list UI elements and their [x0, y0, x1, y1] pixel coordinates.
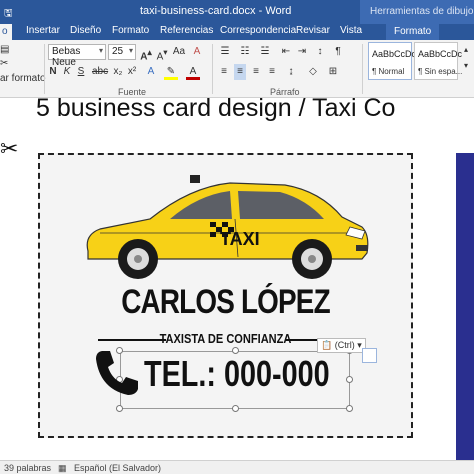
resize-handle[interactable] [346, 376, 353, 383]
group-separator [44, 44, 45, 94]
language-indicator[interactable]: Español (El Salvador) [74, 463, 161, 473]
word-count[interactable]: 39 palabras [4, 463, 51, 473]
tab-revisar[interactable]: Revisar [296, 25, 330, 36]
chevron-down-icon: ▾ [98, 46, 103, 55]
title-bar: 🖫 taxi-business-card.docx - Word Herrami… [0, 0, 474, 24]
font-size-field[interactable]: 25 ▾ [108, 44, 136, 60]
paste-options-button[interactable]: 📋 (Ctrl) ▾ [317, 338, 366, 353]
tab-formato-dibujo[interactable]: Formato [386, 24, 440, 40]
proofing-icon[interactable]: ▦ [58, 463, 67, 474]
superscript-icon[interactable]: x² [126, 64, 138, 80]
resize-handle[interactable] [116, 405, 123, 412]
chevron-down-icon: ▾ [128, 46, 133, 55]
bullets-icon[interactable]: ☰ [218, 44, 232, 60]
resize-handle[interactable] [346, 405, 353, 412]
underline-icon[interactable]: S [76, 64, 86, 80]
style-name: ¶ Normal [372, 67, 405, 76]
style-name: ¶ Sin espa... [418, 67, 463, 76]
tab-formato[interactable]: Formato [112, 25, 149, 36]
window-title: taxi-business-card.docx - Word [140, 5, 292, 17]
cut-icon[interactable]: ✂ [0, 56, 8, 72]
paste-options-label: (Ctrl) [334, 340, 355, 350]
group-separator [362, 44, 363, 94]
tab-referencias[interactable]: Referencias [160, 25, 213, 36]
word-window: 🖫 taxi-business-card.docx - Word Herrami… [0, 0, 474, 474]
align-center-icon[interactable]: ≡ [234, 64, 246, 80]
italic-icon[interactable]: K [62, 64, 72, 80]
align-right-icon[interactable]: ≡ [250, 64, 262, 80]
copy-format-button[interactable]: ar formato [0, 73, 46, 84]
contextual-group-label: Herramientas de dibujo [370, 6, 474, 17]
change-case-icon[interactable]: Aa [172, 44, 186, 60]
bold-icon[interactable]: N [48, 64, 58, 80]
phone-icon [96, 351, 138, 395]
paragraph-group-label: Párrafo [270, 87, 300, 97]
line-spacing-icon[interactable]: ↨ [284, 64, 298, 80]
tab-inicio[interactable]: o [0, 24, 12, 40]
style-preview: AaBbCcDc [372, 49, 417, 59]
text-effects-icon[interactable]: A [144, 64, 158, 80]
layout-options-icon[interactable] [362, 348, 377, 363]
next-business-card [456, 153, 474, 460]
scissors-icon: ✂ [0, 136, 19, 161]
increase-indent-icon[interactable]: ⇥ [296, 44, 308, 60]
clear-format-icon[interactable]: A [190, 44, 204, 60]
font-size-value: 25 [112, 46, 124, 57]
driver-name[interactable]: CARLOS LÓPEZ [73, 283, 377, 322]
tab-correspondencia[interactable]: Correspondencia [220, 25, 296, 36]
style-preview: AaBbCcDc [418, 49, 463, 59]
subscript-icon[interactable]: x₂ [112, 64, 124, 80]
numbering-icon[interactable]: ☷ [238, 44, 252, 60]
multilevel-list-icon[interactable]: ☱ [258, 44, 272, 60]
sort-icon[interactable]: ↕ [314, 44, 326, 60]
tab-insertar[interactable]: Insertar [26, 25, 60, 36]
tab-vista[interactable]: Vista [340, 25, 362, 36]
grow-font-icon[interactable]: A▴ [140, 44, 152, 62]
taxi-sign-text: TAXI [220, 229, 260, 249]
font-group-label: Fuente [118, 87, 147, 97]
styles-scroll-icon[interactable]: ▴ ▾ [460, 42, 472, 70]
highlight-icon[interactable]: ✎ [164, 64, 178, 80]
decrease-indent-icon[interactable]: ⇤ [280, 44, 292, 60]
status-bar: 39 palabras ▦ Español (El Salvador) [0, 460, 474, 474]
style-normal[interactable]: AaBbCcDc ¶ Normal [368, 42, 416, 80]
ribbon-tabs: o Insertar Diseño Formato Referencias Co… [0, 24, 474, 40]
phone-number[interactable]: TEL.: 000-000 [144, 353, 330, 395]
font-name-field[interactable]: Bebas Neue ▾ [48, 44, 106, 68]
show-marks-icon[interactable]: ¶ [332, 44, 344, 60]
contextual-tab-group: Herramientas de dibujo [360, 0, 474, 24]
justify-icon[interactable]: ≡ [266, 64, 278, 80]
tab-diseno[interactable]: Diseño [70, 25, 101, 36]
align-left-icon[interactable]: ≡ [218, 64, 230, 80]
group-separator [212, 44, 213, 94]
borders-icon[interactable]: ⊞ [326, 64, 340, 80]
ribbon: ▤ ✂ ar formato Bebas Neue ▾ 25 ▾ A▴ A▾ A… [0, 40, 474, 98]
taxi-business-card: TAXI CARLOS LÓPEZ TAXISTA DE CONFIANZA T… [38, 153, 413, 438]
document-heading: 5 business card design / Taxi Co [36, 98, 396, 122]
shading-icon[interactable]: ◇ [306, 64, 320, 80]
style-sin-espaciado[interactable]: AaBbCcDc ¶ Sin espa... [414, 42, 462, 80]
document-page: 5 business card design / Taxi Co ✂ TAXI … [0, 98, 474, 460]
taxi-car-illustration [86, 175, 369, 279]
quick-access-toolbar[interactable]: 🖫 [4, 6, 13, 23]
resize-handle[interactable] [232, 405, 239, 412]
font-color-icon[interactable]: A [186, 64, 200, 80]
shrink-font-icon[interactable]: A▾ [156, 44, 168, 62]
strikethrough-icon[interactable]: abc [92, 64, 108, 80]
